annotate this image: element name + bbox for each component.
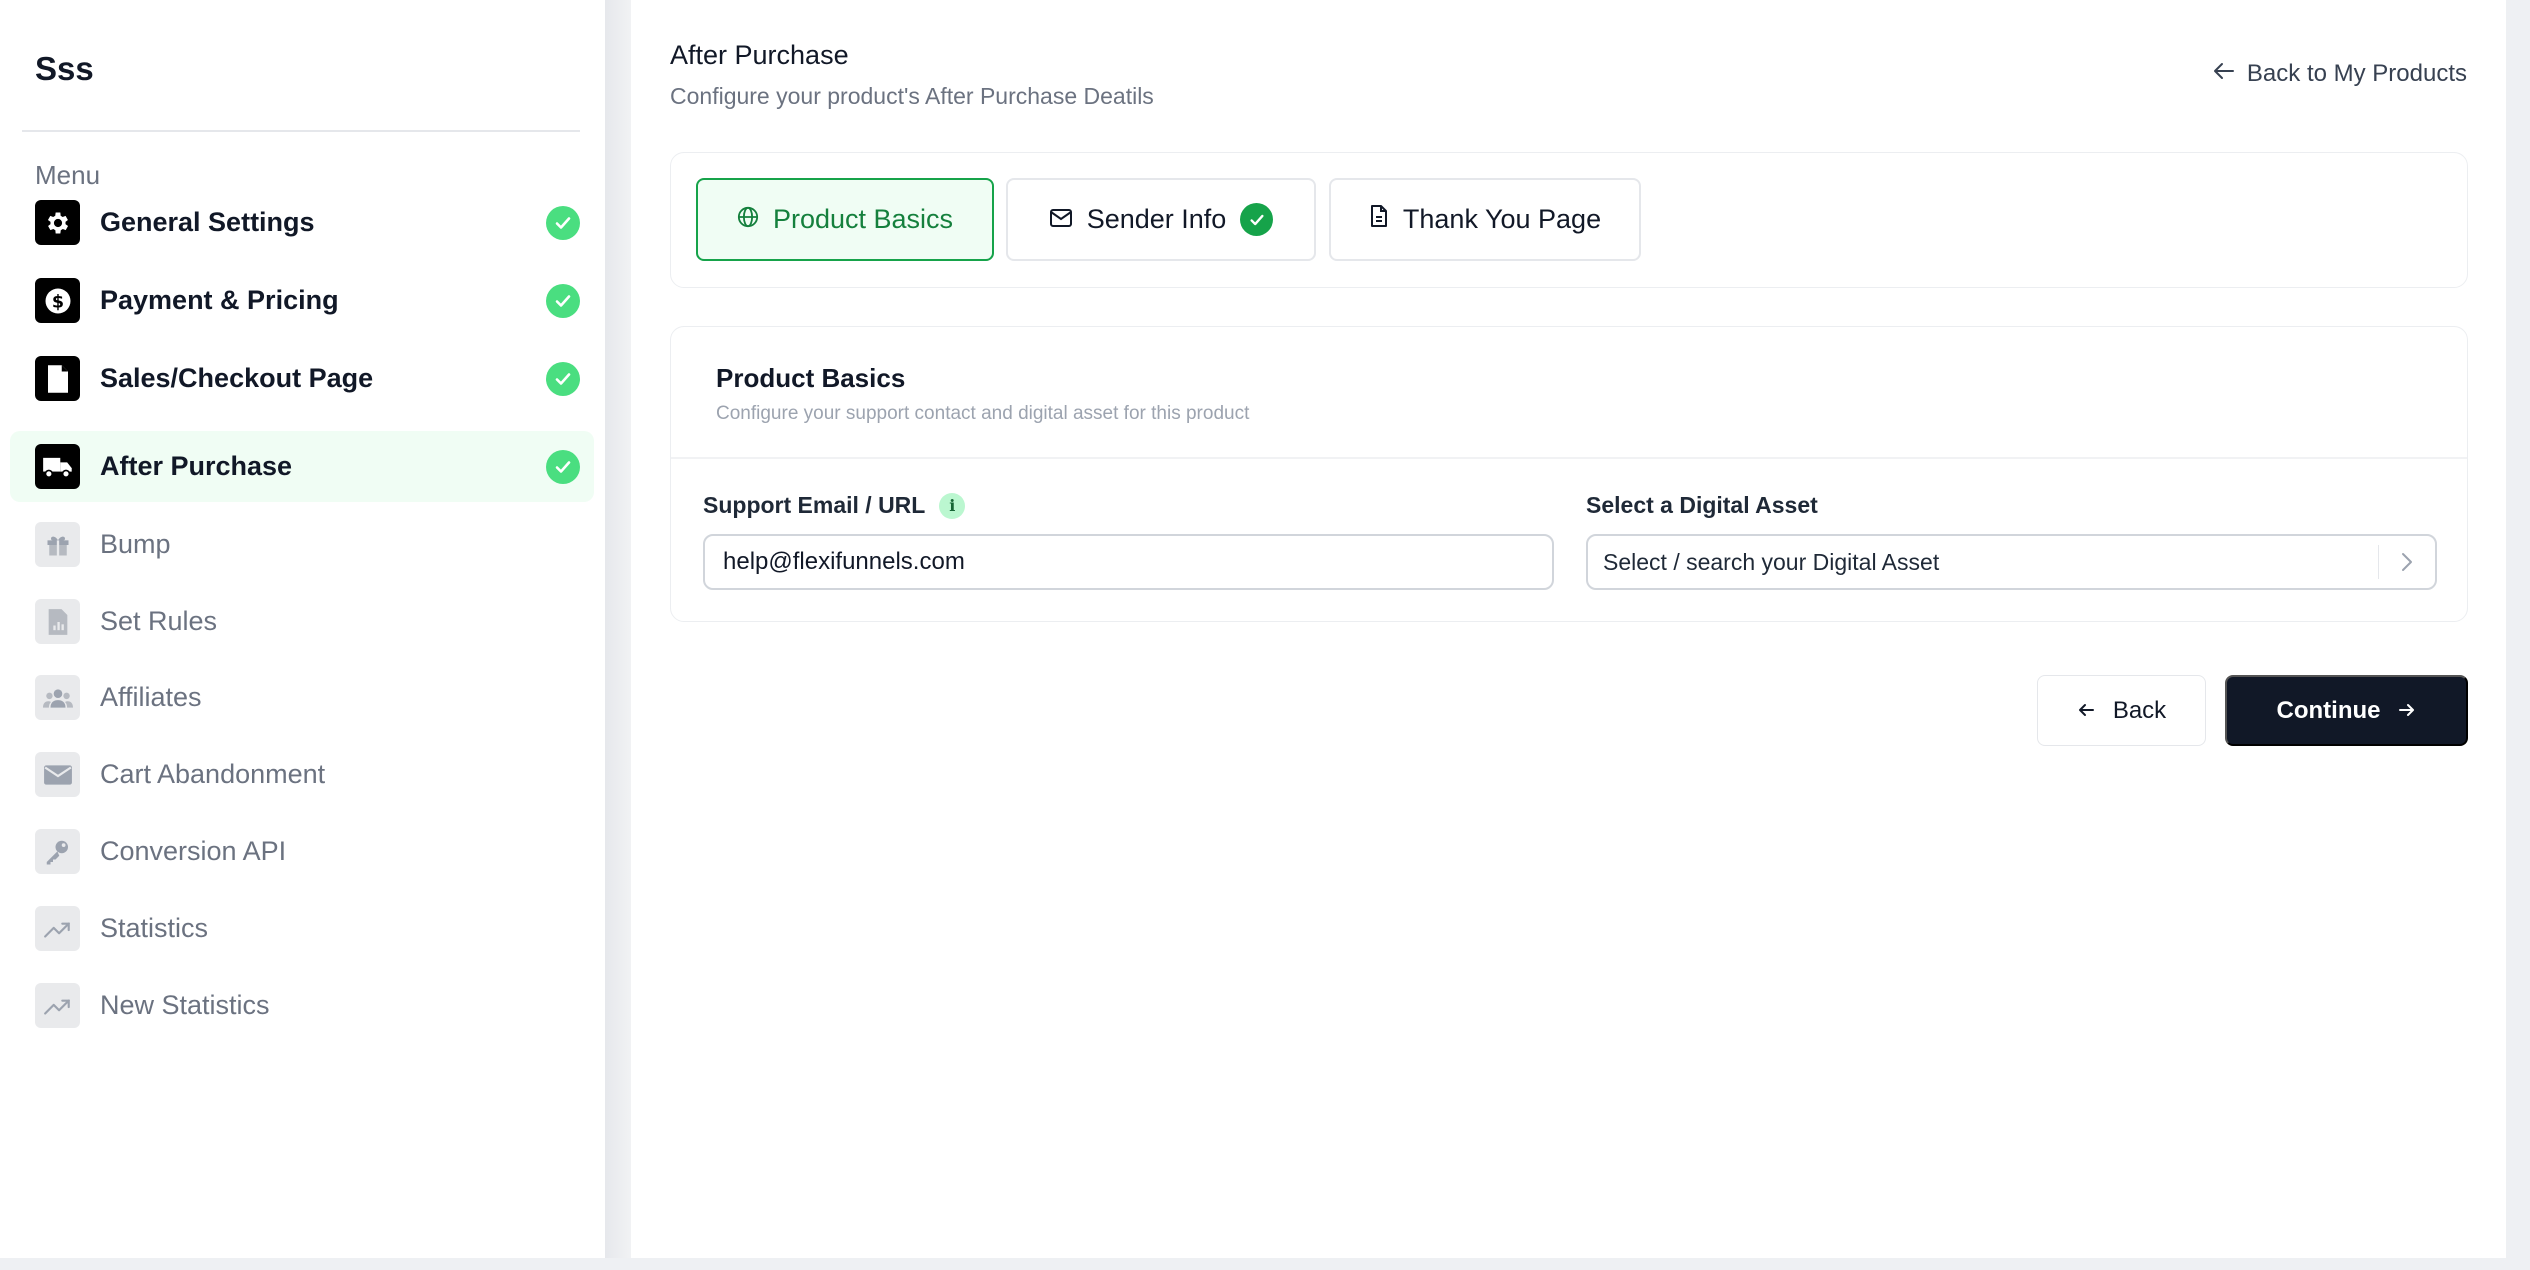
section-title: Product Basics bbox=[716, 363, 906, 393]
arrow-right-icon bbox=[2398, 697, 2416, 725]
check-circle-icon bbox=[546, 361, 580, 396]
sidebar-item-cart-abandonment[interactable]: Cart Abandonment bbox=[10, 739, 594, 810]
sidebar: Sss Menu General Settings $ Payment & Pr… bbox=[0, 0, 605, 1258]
sidebar-item-label: Payment & Pricing bbox=[100, 285, 339, 315]
tab-label: Sender Info bbox=[1086, 204, 1227, 234]
info-icon[interactable]: i bbox=[939, 492, 966, 519]
sidebar-shadow bbox=[605, 0, 631, 1258]
report-icon bbox=[35, 599, 80, 644]
main-panel: After Purchase Configure your product's … bbox=[631, 0, 2506, 1258]
sidebar-item-label: Statistics bbox=[100, 913, 209, 943]
truck-icon bbox=[35, 444, 80, 489]
product-basics-card: Product Basics Configure your support co… bbox=[670, 326, 2468, 622]
sidebar-item-conversion-api[interactable]: Conversion API bbox=[10, 816, 594, 887]
step-tabs: Product Basics Sender Info Thank You Pag… bbox=[670, 152, 2468, 288]
sidebar-item-set-rules[interactable]: Set Rules bbox=[10, 586, 594, 657]
section-description: Configure your support contact and digit… bbox=[716, 403, 1250, 424]
tab-label: Thank You Page bbox=[1402, 204, 1602, 234]
arrow-left-icon bbox=[2213, 60, 2235, 88]
tab-thank-you-page[interactable]: Thank You Page bbox=[1329, 178, 1641, 261]
sidebar-item-sales-checkout[interactable]: Sales/Checkout Page bbox=[10, 343, 594, 414]
sidebar-item-label: After Purchase bbox=[100, 451, 293, 481]
back-to-products-link[interactable]: Back to My Products bbox=[2213, 60, 2467, 88]
app-root: Sss Menu General Settings $ Payment & Pr… bbox=[0, 0, 2530, 1258]
tab-sender-info[interactable]: Sender Info bbox=[1006, 178, 1316, 261]
file-icon bbox=[1369, 204, 1389, 235]
support-email-label-text: Support Email / URL bbox=[703, 492, 926, 518]
check-circle-icon bbox=[546, 283, 580, 318]
key-icon bbox=[35, 829, 80, 874]
sidebar-item-label: New Statistics bbox=[100, 990, 270, 1020]
digital-asset-label: Select a Digital Asset bbox=[1586, 492, 1818, 518]
sidebar-item-label: Sales/Checkout Page bbox=[100, 363, 374, 393]
mail-icon bbox=[1049, 204, 1073, 235]
support-email-input[interactable] bbox=[703, 534, 1554, 590]
back-button-label: Back bbox=[2112, 696, 2167, 724]
digital-asset-select[interactable]: Select / search your Digital Asset bbox=[1586, 534, 2437, 590]
gear-icon bbox=[35, 200, 80, 245]
sidebar-item-label: Cart Abandonment bbox=[100, 759, 326, 789]
sidebar-item-label: General Settings bbox=[100, 207, 315, 237]
check-circle-icon bbox=[1240, 203, 1274, 236]
sidebar-item-affiliates[interactable]: Affiliates bbox=[10, 662, 594, 733]
back-button[interactable]: Back bbox=[2037, 675, 2206, 746]
sidebar-item-label: Bump bbox=[100, 529, 171, 559]
card-divider bbox=[671, 457, 2467, 459]
brand-name: Sss bbox=[35, 50, 94, 87]
svg-text:$: $ bbox=[51, 292, 63, 312]
sidebar-item-after-purchase[interactable]: After Purchase bbox=[10, 431, 594, 502]
trend-icon bbox=[35, 983, 80, 1028]
page-subtitle: Configure your product's After Purchase … bbox=[670, 83, 1154, 109]
sidebar-item-label: Conversion API bbox=[100, 836, 287, 866]
tab-product-basics[interactable]: Product Basics bbox=[696, 178, 994, 261]
support-email-label: Support Email / URL i bbox=[703, 492, 966, 519]
back-to-products-label: Back to My Products bbox=[2246, 60, 2467, 87]
check-circle-icon bbox=[546, 449, 580, 484]
sidebar-item-general-settings[interactable]: General Settings bbox=[10, 187, 594, 258]
sidebar-item-label: Set Rules bbox=[100, 606, 218, 636]
sidebar-divider bbox=[22, 130, 580, 132]
continue-button[interactable]: Continue bbox=[2225, 675, 2468, 746]
envelope-icon bbox=[35, 752, 80, 797]
users-icon bbox=[35, 675, 80, 720]
document-icon bbox=[35, 356, 80, 401]
gift-icon bbox=[35, 522, 80, 567]
window-gutter bbox=[2506, 0, 2530, 1258]
arrow-left-icon bbox=[2077, 697, 2095, 725]
dollar-icon: $ bbox=[35, 278, 80, 323]
continue-button-label: Continue bbox=[2276, 696, 2381, 724]
chevron-right-icon[interactable] bbox=[2379, 536, 2435, 588]
sidebar-item-statistics[interactable]: Statistics bbox=[10, 893, 594, 964]
tab-label: Product Basics bbox=[772, 204, 954, 234]
sidebar-item-label: Affiliates bbox=[100, 682, 202, 712]
sidebar-item-new-statistics[interactable]: New Statistics bbox=[10, 970, 594, 1041]
digital-asset-placeholder: Select / search your Digital Asset bbox=[1603, 548, 1940, 575]
page-title: After Purchase bbox=[670, 40, 849, 70]
trend-icon bbox=[35, 906, 80, 951]
sidebar-item-bump[interactable]: Bump bbox=[10, 509, 594, 580]
globe-icon bbox=[737, 204, 759, 235]
check-circle-icon bbox=[546, 205, 580, 240]
sidebar-item-payment-pricing[interactable]: $ Payment & Pricing bbox=[10, 265, 594, 336]
